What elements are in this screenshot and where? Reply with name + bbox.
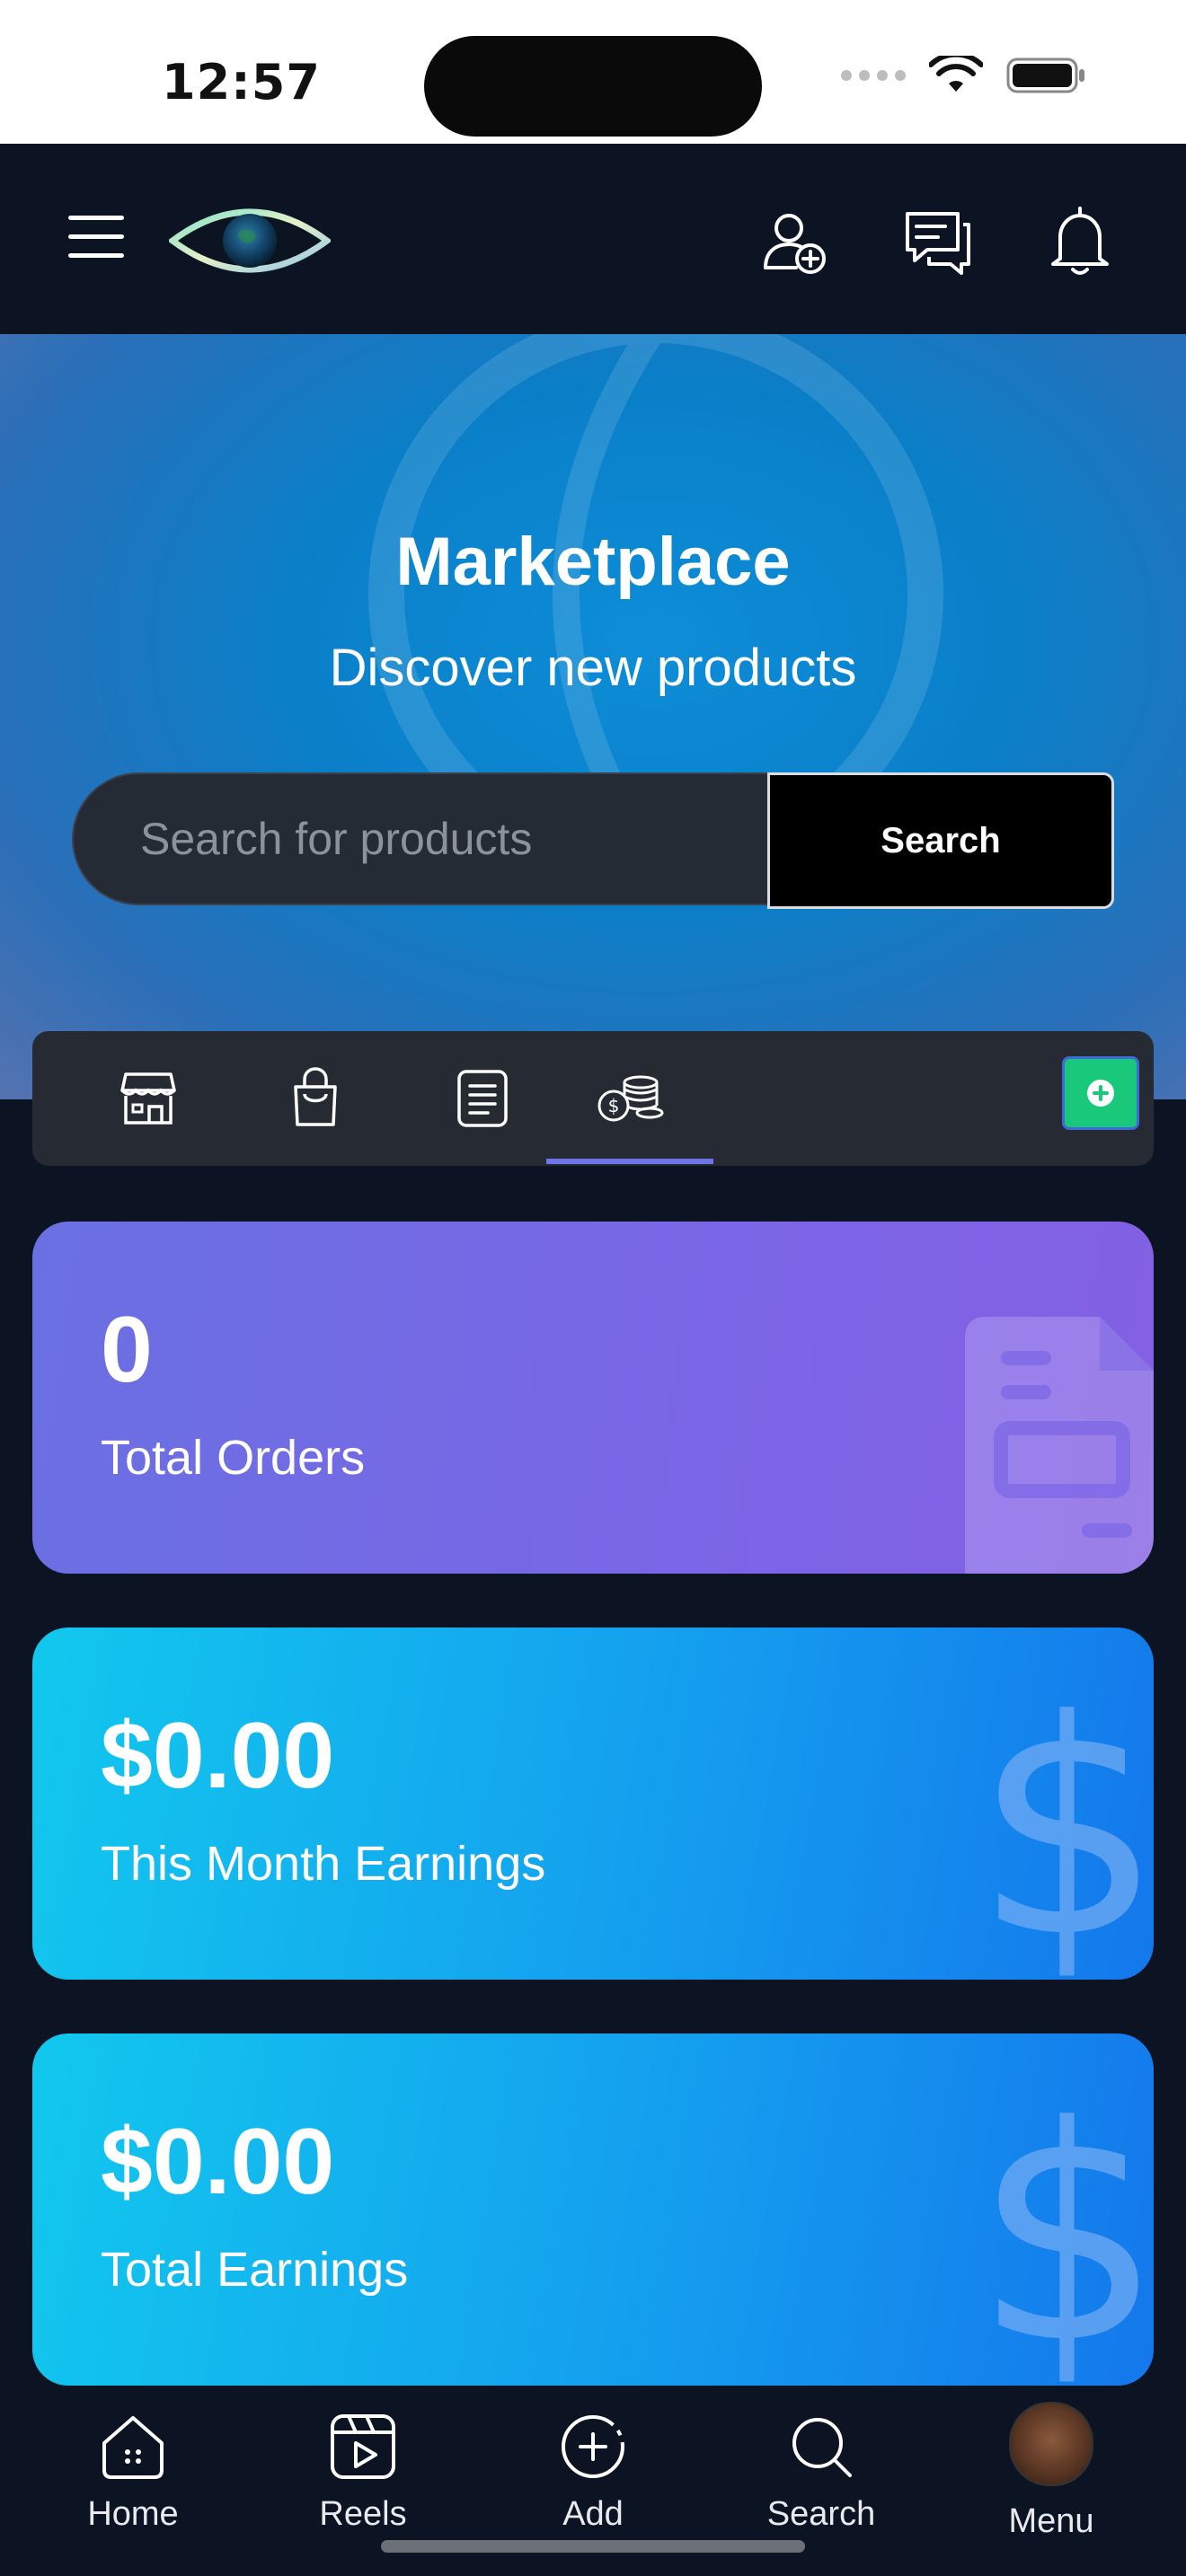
search-icon <box>792 2418 852 2477</box>
plus-icon <box>1087 1080 1114 1107</box>
stat-label: Total Orders <box>101 1431 366 1485</box>
battery-icon <box>1006 57 1084 93</box>
chat-icon[interactable] <box>902 208 974 277</box>
coins-icon: $ <box>597 1075 664 1122</box>
search-bar: Search <box>72 772 1114 909</box>
invoice-icon <box>965 1317 1154 1574</box>
tab-documents[interactable] <box>399 1031 566 1166</box>
total-orders-card: 0 Total Orders <box>32 1222 1154 1574</box>
nav-home[interactable]: Home <box>43 2411 223 2534</box>
hero-banner: Marketplace Discover new products Search <box>0 334 1186 1099</box>
dollar-icon: $ <box>974 1657 1154 1980</box>
marketplace-tabs: $ <box>32 1031 1154 1166</box>
nav-label: Add <box>562 2495 624 2533</box>
avatar <box>1009 2402 1093 2486</box>
nav-label: Home <box>87 2495 179 2533</box>
menu-icon[interactable] <box>65 212 128 262</box>
dynamic-island <box>424 36 762 137</box>
tab-shopping-bag[interactable] <box>232 1031 399 1166</box>
nav-menu[interactable]: Menu <box>961 2402 1141 2541</box>
top-nav <box>0 144 1186 334</box>
total-earnings-card: $0.00 Total Earnings $ <box>32 2033 1154 2386</box>
shopping-bag-icon <box>294 1067 337 1126</box>
bell-icon[interactable] <box>1048 205 1112 277</box>
stat-value: 0 <box>101 1298 153 1402</box>
status-indicators <box>841 56 1087 95</box>
page-subtitle: Discover new products <box>329 639 857 697</box>
store-icon <box>120 1072 176 1125</box>
nav-label: Menu <box>1008 2502 1094 2540</box>
add-product-button[interactable] <box>1062 1056 1139 1130</box>
wifi-icon <box>929 56 983 92</box>
nav-label: Search <box>766 2495 876 2533</box>
page-title: Marketplace <box>395 524 791 600</box>
signal-icon <box>841 70 906 81</box>
nav-add[interactable]: Add <box>503 2411 683 2534</box>
svg-text:$: $ <box>608 1095 620 1116</box>
nav-reels[interactable]: Reels <box>273 2411 453 2534</box>
add-user-icon[interactable] <box>760 208 828 277</box>
stat-value: $0.00 <box>101 2110 335 2214</box>
active-tab-indicator <box>546 1159 713 1164</box>
stat-label: This Month Earnings <box>101 1837 546 1891</box>
home-icon <box>102 2416 164 2479</box>
document-icon <box>457 1070 508 1127</box>
home-indicator <box>381 2540 805 2553</box>
nav-label: Reels <box>319 2495 407 2533</box>
status-time: 12:57 <box>162 54 321 110</box>
search-button[interactable]: Search <box>767 772 1114 909</box>
nav-search[interactable]: Search <box>731 2411 911 2534</box>
search-input[interactable] <box>72 772 773 905</box>
stat-label: Total Earnings <box>101 2243 409 2297</box>
tab-earnings[interactable]: $ <box>546 1031 713 1166</box>
stat-value: $0.00 <box>101 1704 335 1808</box>
dollar-icon: $ <box>974 2063 1154 2386</box>
tab-store[interactable] <box>65 1031 232 1166</box>
eye-logo[interactable] <box>169 198 331 284</box>
reels-icon <box>331 2414 395 2479</box>
add-circle-icon <box>562 2415 624 2478</box>
month-earnings-card: $0.00 This Month Earnings $ <box>32 1628 1154 1980</box>
phone-screen: 12:57 Marketplace Discover new products … <box>0 0 1186 2576</box>
